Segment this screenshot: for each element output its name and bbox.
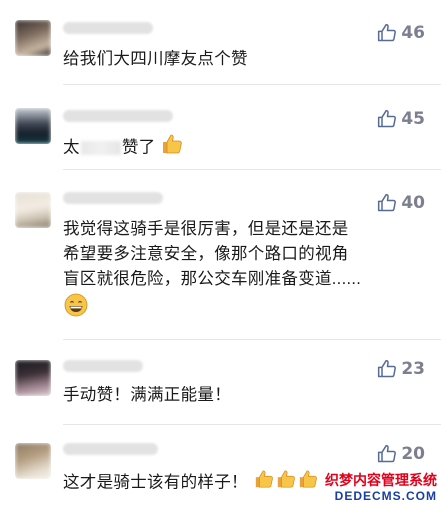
thumbs-up-emoji-icon: [253, 469, 275, 497]
avatar[interactable]: [15, 443, 51, 479]
comment-text: 给我们大四川摩友点个赞: [63, 50, 248, 68]
avatar[interactable]: [15, 192, 51, 228]
like-button[interactable]: 46: [377, 22, 425, 44]
username-blurred[interactable]: [63, 192, 163, 204]
like-count: 23: [401, 359, 425, 379]
thumbs-up-outline-icon: [378, 23, 397, 42]
like-count: 40: [401, 193, 425, 213]
comment-item: 23 手动赞！满满正能量！: [0, 340, 441, 425]
avatar[interactable]: [15, 20, 51, 56]
comment-text: 手动赞！满满正能量！: [63, 386, 231, 404]
thumbs-up-outline-icon: [378, 109, 397, 128]
comment-text: 我觉得这骑手是很厉害，但是还是还是 希望要多注意安全，像那个路口的视角 盲区就很…: [63, 217, 413, 326]
like-count: 46: [401, 23, 425, 43]
watermark: 织梦内容管理系统 DEDECMS.COM: [325, 472, 437, 504]
like-button[interactable]: 45: [377, 108, 425, 130]
blurred-name: [80, 141, 121, 155]
like-count: 20: [401, 444, 425, 464]
like-button[interactable]: 20: [377, 443, 425, 465]
username-blurred[interactable]: [63, 443, 158, 455]
thumbs-up-outline-icon: [378, 193, 397, 212]
thumbs-up-outline-icon: [378, 359, 397, 378]
comment-item: 40 我觉得这骑手是很厉害，但是还是还是 希望要多注意安全，像那个路口的视角 盲…: [0, 170, 441, 340]
username-blurred[interactable]: [63, 22, 153, 34]
thumbs-up-emoji-icon: [160, 133, 184, 163]
avatar[interactable]: [15, 360, 51, 396]
thumbs-up-emoji-icon: [275, 469, 297, 497]
watermark-cn: 织梦内容管理系统: [325, 472, 437, 488]
avatar[interactable]: [15, 108, 51, 144]
watermark-en: DEDECMS.COM: [334, 489, 437, 503]
comment-item: 45 太赞了: [0, 85, 441, 170]
like-count: 45: [401, 109, 425, 129]
thumbs-up-outline-icon: [378, 444, 397, 463]
username-blurred[interactable]: [63, 110, 173, 122]
like-button[interactable]: 40: [377, 192, 425, 214]
comment-item: 46 给我们大四川摩友点个赞: [0, 0, 441, 85]
username-blurred[interactable]: [63, 360, 143, 372]
comment-text: 太赞了: [63, 133, 413, 163]
thumbs-up-emoji-icon: [297, 469, 319, 497]
grinning-emoji-icon: [63, 292, 89, 326]
like-button[interactable]: 23: [377, 358, 425, 380]
